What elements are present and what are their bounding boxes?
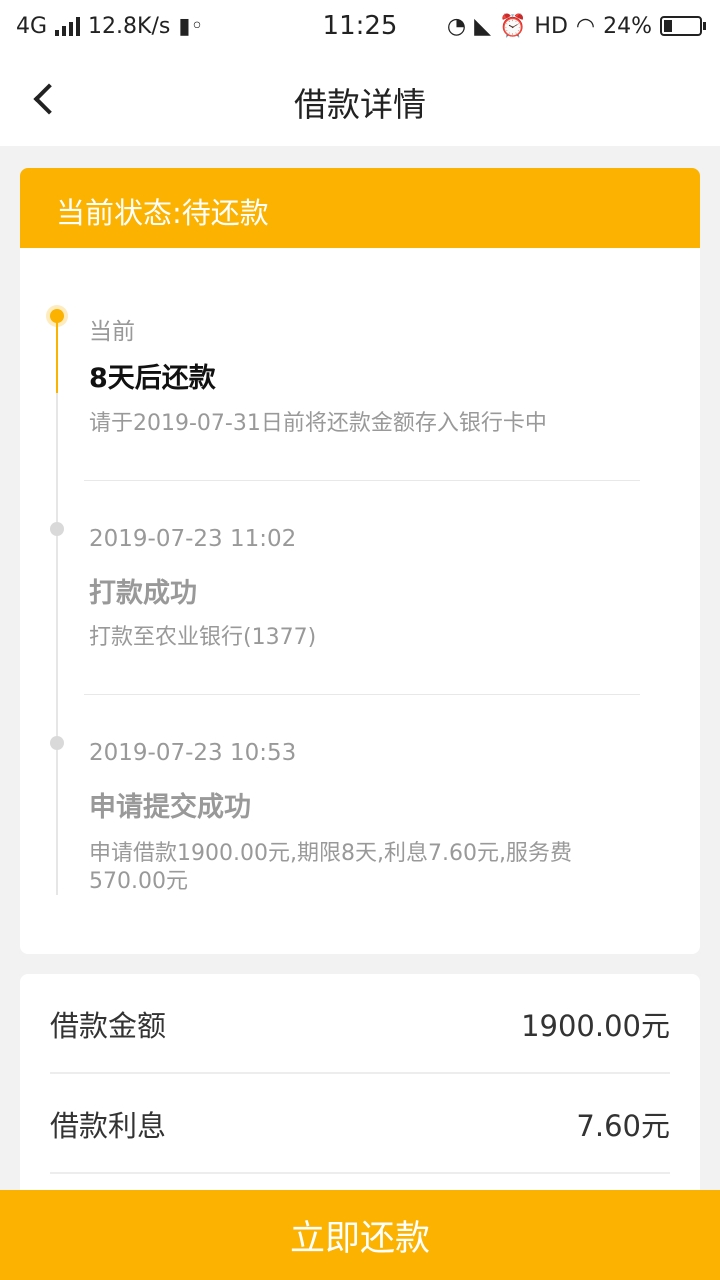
timeline-desc: 请于2019-07-31日前将还款金额存入银行卡中 (89, 411, 547, 436)
timeline-desc: 打款至农业银行(1377) (89, 625, 317, 650)
status-bar-right: ◔ ◣ ⏰ HD ◠ 24% (447, 14, 706, 39)
timeline-line (56, 315, 58, 895)
wifi-icon: ◠ (575, 13, 596, 39)
timeline-dot-active (50, 309, 64, 323)
signal-icon (55, 16, 81, 36)
timeline-divider (84, 694, 640, 695)
battery-percent: 24% (603, 13, 652, 39)
detail-row-interest: 借款利息 7.60元 (50, 1074, 670, 1174)
detail-row-amount: 借款金额 1900.00元 (50, 974, 670, 1074)
detail-value: 1900.00元 (521, 1009, 670, 1043)
timeline-time: 当前 (89, 319, 135, 345)
status-bar: 4G 12.8K/s ▮◦ 11:25 ◔ ◣ ⏰ HD ◠ 24% (0, 0, 720, 52)
status-banner: 当前状态:待还款 (20, 168, 700, 248)
eye-comfort-icon: ◔ (446, 13, 467, 39)
timeline-line-active (56, 315, 58, 393)
timeline-dot (50, 736, 64, 750)
timeline-time: 2019-07-23 11:02 (89, 526, 297, 552)
network-label: 4G (16, 13, 48, 39)
timeline-divider (84, 480, 640, 481)
status-bar-left: 4G 12.8K/s ▮◦ (16, 14, 203, 39)
header: 借款详情 (0, 52, 720, 146)
mute-icon: ◣ (474, 13, 491, 39)
alarm-icon: ⏰ (499, 13, 527, 39)
detail-label: 借款利息 (50, 1109, 167, 1143)
vibrate-icon: ▮◦ (178, 13, 204, 39)
timeline-title: 打款成功 (89, 578, 197, 609)
timeline-time: 2019-07-23 10:53 (89, 740, 297, 766)
timeline-title: 申请提交成功 (89, 792, 251, 823)
detail-label: 借款金额 (50, 1009, 167, 1043)
repay-now-button[interactable]: 立即还款 (0, 1190, 720, 1280)
timeline-desc: 申请借款1900.00元,期限8天,利息7.60元,服务费570.00元 (89, 841, 572, 894)
status-card: 当前状态:待还款 当前 8天后还款 请于2019-07-31日前将还款金额存入银… (20, 168, 700, 954)
detail-value: 7.60元 (576, 1109, 670, 1143)
network-speed: 12.8K/s (88, 13, 171, 39)
page-title: 借款详情 (294, 85, 426, 124)
hd-label: HD (534, 13, 568, 39)
detail-divider (50, 1172, 670, 1174)
timeline-dot (50, 522, 64, 536)
battery-icon (660, 16, 706, 36)
timeline-title: 8天后还款 (89, 363, 216, 394)
